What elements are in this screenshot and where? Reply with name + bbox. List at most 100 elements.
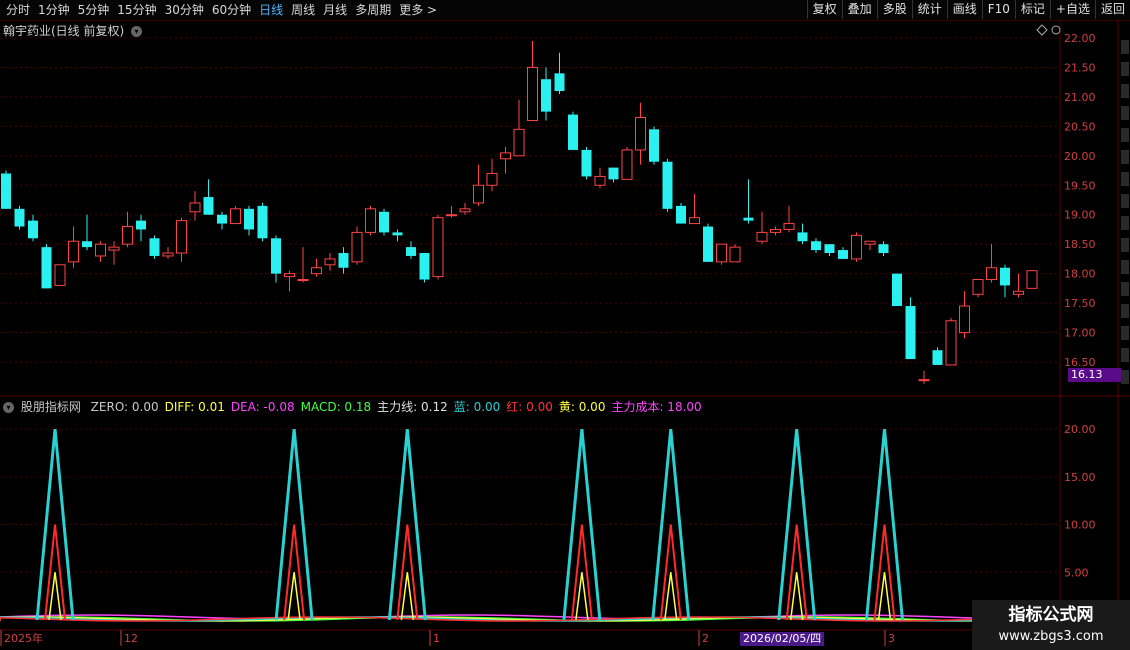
candle-body-up	[864, 240, 876, 245]
candle-body-down	[554, 73, 565, 92]
indicator-tick-label: 10.00	[1064, 519, 1096, 532]
candle-body-down	[257, 205, 268, 239]
candle-body-up	[284, 273, 295, 278]
candle-body-down	[392, 232, 403, 236]
side-panel-glyph	[1121, 128, 1129, 142]
candle-body-down	[217, 214, 227, 224]
candle-body-up	[95, 243, 106, 257]
candle-body-up	[446, 214, 457, 217]
indicator-tick-label: 15.00	[1064, 471, 1096, 484]
candle-body-down	[905, 306, 916, 360]
candle-body-up	[716, 243, 727, 263]
candle-body-down	[662, 161, 673, 209]
candle-body-down	[838, 250, 848, 259]
date-label: 2	[702, 632, 709, 645]
candle-body-up	[756, 231, 768, 242]
price-tick-label: 20.00	[1064, 150, 1096, 163]
side-panel-glyph	[1121, 150, 1129, 164]
price-tick-label: 17.00	[1064, 327, 1096, 340]
candle-body-up	[986, 267, 997, 281]
candle-body-down	[149, 238, 160, 256]
candle-body-up	[918, 379, 930, 382]
candle-body-up	[1013, 290, 1024, 295]
candle-body-up	[959, 305, 970, 334]
indicator-value-5: 蓝: 0.00	[453, 400, 501, 414]
candle-body-down	[14, 208, 25, 227]
indicator-value-8: 主力成本: 18.00	[611, 400, 702, 414]
candle-body-down	[1, 173, 11, 209]
candle-body-down	[136, 220, 146, 230]
candle-body-up	[324, 258, 336, 266]
candle-body-up	[176, 220, 187, 254]
indicator-tick-label: 20.00	[1064, 423, 1096, 436]
candle-body-up	[729, 246, 741, 263]
candle-body-up	[351, 231, 363, 263]
side-panel-glyph	[1121, 304, 1129, 318]
candle-body-down	[406, 247, 416, 256]
watermark-url: www.zbgs3.com	[998, 629, 1104, 644]
kline-chart[interactable]: 22.00 21.50 21.00 20.50 20.00 19.50 19.00 18.50…	[0, 0, 1130, 650]
price-tick-label: 18.00	[1064, 268, 1096, 281]
price-tick-label: 22.00	[1064, 32, 1096, 45]
current-price-tag: 16.13	[1068, 368, 1121, 382]
candle-body-up	[513, 128, 525, 157]
candle-body-up	[527, 66, 538, 121]
candle-body-down	[649, 129, 659, 162]
candle-body-up	[297, 279, 309, 282]
indicator-spike	[575, 572, 589, 621]
candle-body-down	[1000, 267, 1010, 286]
side-panel-glyph	[1121, 40, 1129, 54]
indicator-spike	[664, 572, 678, 621]
candle-body-down	[608, 167, 619, 180]
date-label: 12	[124, 632, 138, 645]
candle-body-up	[851, 234, 862, 260]
candle-body-up	[689, 217, 700, 225]
candle-body-down	[824, 244, 835, 254]
side-panel-glyph	[1121, 194, 1129, 208]
candle-body-down	[82, 241, 92, 248]
candle-body-down	[676, 205, 686, 224]
candle-body-up	[108, 246, 120, 251]
candle-body-up	[635, 117, 646, 151]
price-tick-label: 18.50	[1064, 238, 1096, 251]
indicator-value-0: ZERO: 0.00	[90, 400, 159, 414]
candle-body-up	[500, 152, 511, 160]
chevron-down-icon[interactable]: ▾	[3, 402, 14, 413]
side-panel-glyph	[1121, 238, 1129, 252]
candle-body-down	[28, 220, 38, 239]
candle-body-up	[54, 264, 66, 286]
candle-body-down	[568, 114, 578, 150]
candle-body-up	[122, 226, 133, 245]
side-panel-glyph	[1121, 370, 1129, 384]
side-panel-glyph	[1121, 260, 1129, 274]
candle-body-up	[432, 217, 444, 278]
indicator-value-7: 黄: 0.00	[558, 400, 606, 414]
candle-body-down	[743, 217, 754, 221]
side-panel-glyph	[1121, 216, 1129, 230]
indicator-spike	[789, 572, 804, 621]
date-label: 2025年	[4, 631, 43, 645]
indicator-spike	[877, 572, 892, 621]
side-panel-glyph	[1121, 172, 1129, 186]
diamond-icon	[1036, 24, 1048, 36]
candle-body-down	[892, 273, 902, 307]
candle-body-down	[271, 238, 281, 274]
price-tick-label: 17.50	[1064, 297, 1096, 310]
side-panel-glyph	[1121, 106, 1129, 120]
date-label: 3	[888, 632, 895, 645]
price-tick-label: 20.50	[1064, 120, 1096, 133]
indicator-spike	[48, 572, 62, 621]
indicator-value-6: 红: 0.00	[506, 400, 553, 414]
side-panel-glyph	[1121, 348, 1129, 362]
side-panel-glyph	[1121, 62, 1129, 76]
candle-body-down	[811, 241, 821, 251]
candle-body-down	[244, 208, 254, 230]
indicator-value-3: MACD: 0.18	[300, 400, 372, 414]
candle-body-up	[972, 279, 984, 295]
candle-body-down	[878, 244, 889, 254]
indicator-header: ▾ 股朋指标网 ZERO: 0.00 DIFF: 0.01 DEA: -0.08 MA…	[3, 398, 708, 415]
side-panel-glyph	[1121, 84, 1129, 98]
candle-body-up	[162, 252, 174, 257]
indicator-spike	[400, 572, 415, 621]
candle-body-up	[473, 184, 484, 204]
